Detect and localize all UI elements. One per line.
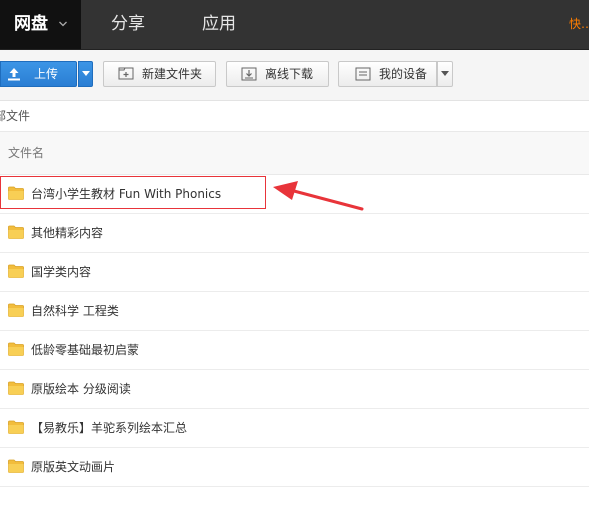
new-folder-icon [118, 67, 134, 80]
file-name[interactable]: 台湾小学生教材 Fun With Phonics [31, 175, 221, 213]
new-folder-label: 新建文件夹 [142, 67, 203, 81]
file-name[interactable]: 低龄零基础最初启蒙 [31, 331, 139, 369]
file-row[interactable]: 自然科学 工程类 [0, 292, 589, 331]
my-devices-label: 我的设备 [379, 67, 428, 81]
folder-icon [8, 186, 24, 200]
folder-icon [8, 420, 24, 434]
device-icon [355, 67, 371, 81]
caret-down-icon [441, 71, 449, 76]
upload-icon [8, 68, 20, 81]
breadcrumb-all-files[interactable]: 部文件 [0, 101, 30, 131]
file-row[interactable]: 低龄零基础最初启蒙 [0, 331, 589, 370]
chevron-down-icon[interactable] [58, 21, 67, 27]
file-name[interactable]: 原版英文动画片 [31, 448, 115, 486]
new-folder-button[interactable]: 新建文件夹 [103, 61, 216, 87]
tab-apps-label: 应用 [202, 14, 236, 34]
file-row[interactable]: 原版英文动画片 [0, 448, 589, 487]
folder-icon [8, 381, 24, 395]
file-row[interactable]: 【易教乐】羊驼系列绘本汇总 [0, 409, 589, 448]
upload-dropdown-button[interactable] [78, 61, 93, 87]
caret-down-icon [82, 71, 90, 76]
folder-icon [8, 225, 24, 239]
file-name[interactable]: 原版绘本 分级阅读 [31, 370, 131, 408]
offline-download-button[interactable]: 离线下载 [226, 61, 329, 87]
file-row[interactable]: 原版绘本 分级阅读 [0, 370, 589, 409]
top-nav: 网盘 分享 应用 快… [0, 0, 589, 50]
toolbar: 上传 新建文件夹 离线下载 我的设备 [0, 50, 589, 101]
tab-share-label: 分享 [111, 14, 145, 34]
file-name[interactable]: 国学类内容 [31, 253, 91, 291]
breadcrumb: 部文件 [0, 101, 589, 132]
app-window: 网盘 分享 应用 快… 上传 [0, 0, 589, 527]
file-row[interactable]: 国学类内容 [0, 253, 589, 292]
my-devices-dropdown-button[interactable] [437, 61, 453, 87]
folder-icon [8, 264, 24, 278]
file-row[interactable]: 其他精彩内容 [0, 214, 589, 253]
tab-share[interactable]: 分享 [91, 0, 165, 49]
file-name[interactable]: 自然科学 工程类 [31, 292, 119, 330]
tab-netdisk-label: 网盘 [14, 14, 49, 34]
file-row[interactable]: 台湾小学生教材 Fun With Phonics [0, 175, 589, 214]
file-name[interactable]: 其他精彩内容 [31, 214, 103, 252]
upload-label: 上传 [34, 67, 59, 81]
column-header-name[interactable]: 文件名 [8, 132, 44, 174]
download-icon [241, 67, 257, 81]
my-devices-button[interactable]: 我的设备 [338, 61, 437, 87]
file-name[interactable]: 【易教乐】羊驼系列绘本汇总 [31, 409, 187, 447]
folder-icon [8, 459, 24, 473]
folder-icon [8, 342, 24, 356]
tab-netdisk[interactable]: 网盘 [0, 0, 81, 49]
nav-right-link[interactable]: 快… [569, 0, 589, 49]
tab-apps[interactable]: 应用 [182, 0, 256, 49]
upload-button[interactable]: 上传 [0, 61, 77, 87]
folder-icon [8, 303, 24, 317]
file-list: 台湾小学生教材 Fun With Phonics 其他精彩内容 国学类内容 自然科学 … [0, 175, 589, 487]
offline-download-label: 离线下载 [265, 67, 314, 81]
list-header: 文件名 [0, 132, 589, 175]
